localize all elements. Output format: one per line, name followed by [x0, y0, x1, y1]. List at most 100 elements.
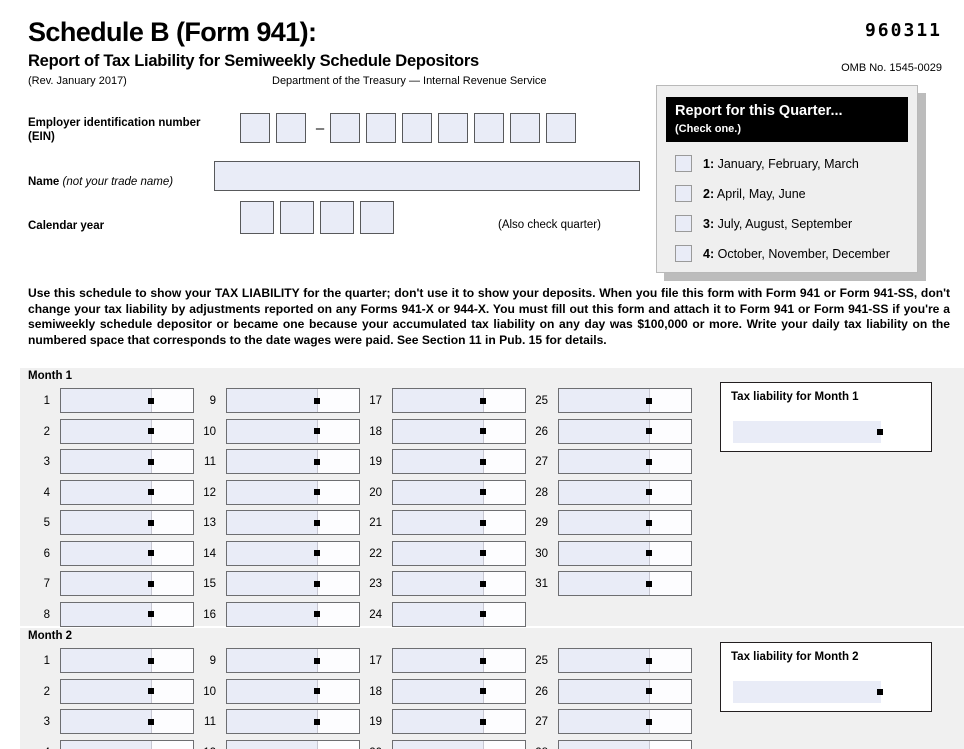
entry-cents-field[interactable]: [314, 602, 359, 626]
entry-cents-field[interactable]: [646, 419, 691, 443]
entry-cents-field[interactable]: [148, 679, 193, 703]
entry-cents-field[interactable]: [480, 419, 525, 443]
tax-liability-input[interactable]: [733, 681, 915, 703]
entry-amount-input[interactable]: [60, 388, 194, 413]
entry-cents-field[interactable]: [480, 450, 525, 473]
entry-cents-field[interactable]: [646, 710, 691, 733]
entry-cents-field[interactable]: [314, 572, 359, 595]
entry-amount-input[interactable]: [60, 601, 194, 627]
entry-amount-input[interactable]: [392, 388, 526, 413]
entry-amount-input[interactable]: [226, 601, 360, 627]
entry-amount-input[interactable]: [392, 601, 526, 627]
calendar-year-digit-box[interactable]: [240, 201, 274, 234]
entry-cents-field[interactable]: [148, 710, 193, 733]
entry-amount-input[interactable]: [226, 571, 360, 596]
entry-cents-field[interactable]: [646, 541, 691, 565]
entry-cents-field[interactable]: [480, 649, 525, 672]
quarter-checkbox-3[interactable]: [675, 215, 692, 233]
entry-amount-input[interactable]: [392, 479, 526, 505]
entry-cents-field[interactable]: [314, 480, 359, 504]
tax-liability-cents-field[interactable]: [877, 681, 915, 703]
ein-digit-box[interactable]: [276, 113, 306, 143]
entry-amount-input[interactable]: [392, 418, 526, 444]
entry-cents-field[interactable]: [148, 541, 193, 565]
entry-amount-input[interactable]: [558, 449, 692, 474]
entry-amount-input[interactable]: [226, 418, 360, 444]
ein-digit-box[interactable]: [366, 113, 396, 143]
entry-cents-field[interactable]: [483, 740, 525, 749]
entry-amount-input[interactable]: [226, 648, 360, 673]
entry-cents-field[interactable]: [646, 649, 691, 672]
entry-amount-input[interactable]: [60, 479, 194, 505]
ein-digit-box[interactable]: [402, 113, 432, 143]
quarter-checkbox-2[interactable]: [675, 185, 692, 203]
entry-amount-input[interactable]: [558, 479, 692, 505]
entry-amount-input[interactable]: [558, 648, 692, 673]
entry-cents-field[interactable]: [649, 740, 691, 749]
entry-amount-input[interactable]: [558, 510, 692, 535]
entry-amount-input[interactable]: [226, 739, 360, 749]
entry-amount-input[interactable]: [60, 571, 194, 596]
entry-amount-input[interactable]: [558, 571, 692, 596]
ein-digit-box[interactable]: [510, 113, 540, 143]
quarter-option-4[interactable]: 4: October, November, December: [666, 239, 908, 269]
entry-cents-field[interactable]: [314, 450, 359, 473]
entry-amount-input[interactable]: [558, 739, 692, 749]
ein-digit-box[interactable]: [330, 113, 360, 143]
entry-amount-input[interactable]: [392, 678, 526, 704]
ein-digit-box[interactable]: [474, 113, 504, 143]
ein-digit-box[interactable]: [546, 113, 576, 143]
entry-amount-input[interactable]: [392, 648, 526, 673]
entry-cents-field[interactable]: [646, 389, 691, 412]
entry-cents-field[interactable]: [480, 572, 525, 595]
entry-amount-input[interactable]: [60, 510, 194, 535]
entry-cents-field[interactable]: [480, 389, 525, 412]
entry-amount-input[interactable]: [558, 540, 692, 566]
entry-amount-input[interactable]: [60, 540, 194, 566]
entry-amount-input[interactable]: [226, 678, 360, 704]
entry-amount-input[interactable]: [60, 418, 194, 444]
entry-amount-input[interactable]: [558, 678, 692, 704]
ein-digit-box[interactable]: [438, 113, 468, 143]
entry-cents-field[interactable]: [148, 511, 193, 534]
entry-cents-field[interactable]: [148, 480, 193, 504]
entry-amount-input[interactable]: [60, 709, 194, 734]
entry-cents-field[interactable]: [646, 480, 691, 504]
entry-amount-input[interactable]: [226, 709, 360, 734]
entry-cents-field[interactable]: [317, 740, 359, 749]
quarter-option-3[interactable]: 3: July, August, September: [666, 209, 908, 239]
entry-cents-field[interactable]: [148, 602, 193, 626]
entry-cents-field[interactable]: [148, 389, 193, 412]
entry-amount-input[interactable]: [392, 709, 526, 734]
entry-cents-field[interactable]: [148, 649, 193, 672]
entry-cents-field[interactable]: [480, 480, 525, 504]
entry-cents-field[interactable]: [480, 602, 525, 626]
entry-amount-input[interactable]: [392, 540, 526, 566]
entry-amount-input[interactable]: [226, 540, 360, 566]
entry-cents-field[interactable]: [314, 541, 359, 565]
entry-amount-input[interactable]: [226, 388, 360, 413]
quarter-checkbox-4[interactable]: [675, 245, 692, 263]
entry-cents-field[interactable]: [314, 389, 359, 412]
tax-liability-input[interactable]: [733, 421, 915, 443]
entry-amount-input[interactable]: [60, 739, 194, 749]
entry-cents-field[interactable]: [480, 511, 525, 534]
entry-cents-field[interactable]: [480, 710, 525, 733]
entry-amount-input[interactable]: [392, 739, 526, 749]
name-input[interactable]: [214, 161, 640, 191]
quarter-option-1[interactable]: 1: January, February, March: [666, 149, 908, 179]
entry-amount-input[interactable]: [392, 449, 526, 474]
entry-cents-field[interactable]: [314, 649, 359, 672]
entry-cents-field[interactable]: [148, 572, 193, 595]
entry-amount-input[interactable]: [226, 479, 360, 505]
calendar-year-digit-box[interactable]: [360, 201, 394, 234]
entry-amount-input[interactable]: [392, 571, 526, 596]
entry-amount-input[interactable]: [60, 648, 194, 673]
entry-amount-input[interactable]: [558, 418, 692, 444]
calendar-year-digit-box[interactable]: [280, 201, 314, 234]
entry-cents-field[interactable]: [646, 450, 691, 473]
entry-cents-field[interactable]: [480, 679, 525, 703]
entry-amount-input[interactable]: [558, 709, 692, 734]
entry-cents-field[interactable]: [646, 679, 691, 703]
entry-cents-field[interactable]: [314, 511, 359, 534]
